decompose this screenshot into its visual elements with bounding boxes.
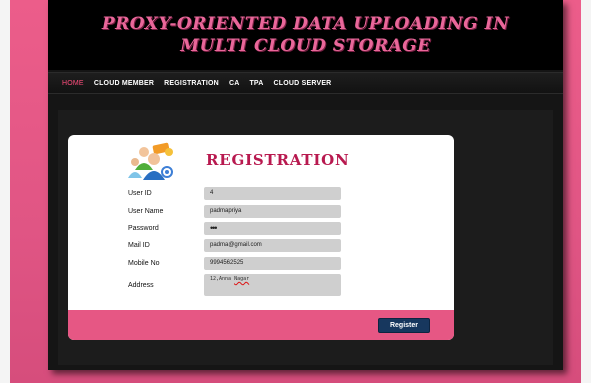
main-nav: HOME CLOUD MEMBER REGISTRATION CA TPA CL… bbox=[48, 72, 563, 94]
site-header: PROXY-ORIENTED DATA UPLOADING IN MULTI C… bbox=[48, 0, 563, 70]
nav-registration[interactable]: REGISTRATION bbox=[164, 80, 219, 87]
user-id-label: User ID bbox=[128, 189, 152, 197]
password-input[interactable]: ••• bbox=[204, 221, 341, 235]
form-row-mail-id: Mail ID padma@gmail.com bbox=[128, 238, 341, 252]
form-row-address: Address 12,Anna Nagar bbox=[128, 273, 341, 297]
address-text: 12,Anna bbox=[210, 276, 235, 282]
form-row-password: Password ••• bbox=[128, 221, 341, 235]
mail-id-input[interactable]: padma@gmail.com bbox=[204, 238, 341, 252]
address-text-misspelled: Nagar bbox=[234, 276, 250, 282]
nav-cloud-member[interactable]: CLOUD MEMBER bbox=[94, 80, 154, 87]
page-edge-right bbox=[581, 0, 591, 383]
password-label: Password bbox=[128, 224, 159, 232]
mail-id-label: Mail ID bbox=[128, 241, 150, 249]
registration-heading: REGISTRATION bbox=[206, 151, 350, 169]
user-id-input[interactable]: 4 bbox=[204, 186, 341, 200]
user-name-input[interactable]: padmapriya bbox=[204, 204, 341, 218]
site-title-line-2: MULTI CLOUD STORAGE bbox=[180, 36, 431, 56]
nav-cloud-server[interactable]: CLOUD SERVER bbox=[274, 80, 332, 87]
form-row-user-name: User Name padmapriya bbox=[128, 204, 341, 218]
registration-card: REGISTRATION User ID 4 User Name padmapr… bbox=[68, 135, 454, 340]
users-group-icon bbox=[128, 142, 173, 180]
form-row-user-id: User ID 4 bbox=[128, 186, 341, 200]
page-edge-left bbox=[0, 0, 10, 383]
mobile-no-label: Mobile No bbox=[128, 259, 160, 267]
nav-ca[interactable]: CA bbox=[229, 80, 240, 87]
nav-tpa[interactable]: TPA bbox=[249, 80, 263, 87]
address-label: Address bbox=[128, 281, 154, 289]
mobile-no-input[interactable]: 9994562525 bbox=[204, 256, 341, 270]
address-textarea[interactable]: 12,Anna Nagar bbox=[204, 274, 341, 296]
user-name-label: User Name bbox=[128, 207, 164, 215]
form-row-mobile-no: Mobile No 9994562525 bbox=[128, 256, 341, 270]
register-button[interactable]: Register bbox=[378, 318, 430, 333]
card-footer: Register bbox=[68, 310, 454, 340]
site-title-line-1: PROXY-ORIENTED DATA UPLOADING IN bbox=[101, 14, 510, 34]
nav-home[interactable]: HOME bbox=[62, 80, 84, 87]
